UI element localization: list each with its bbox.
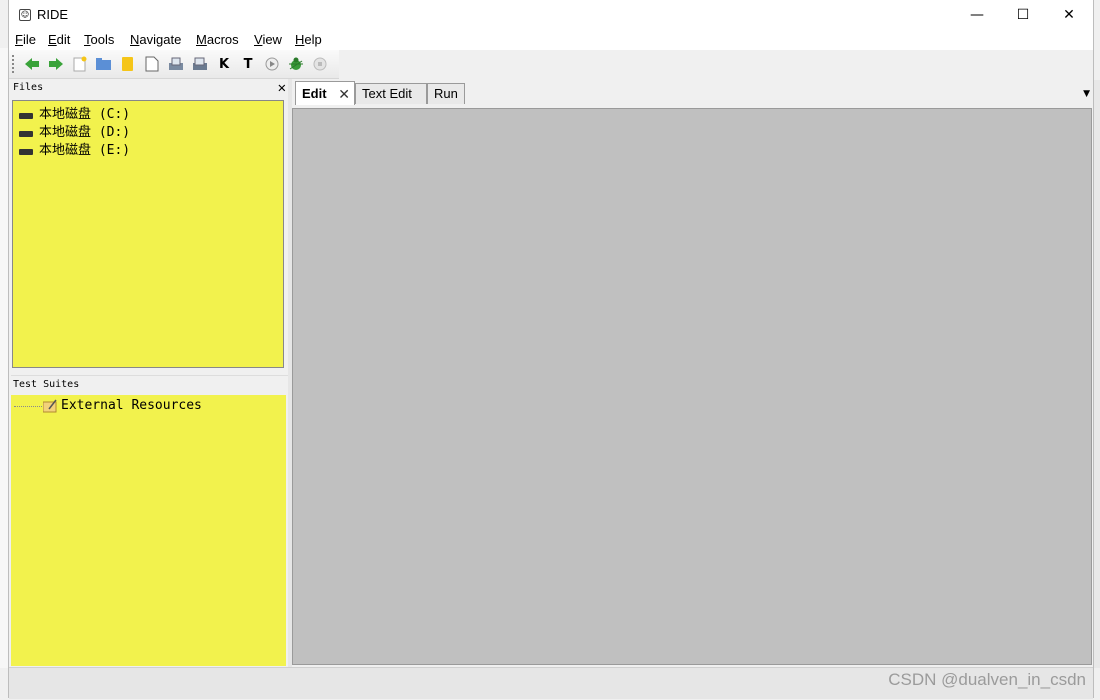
open-directory-icon[interactable]: [119, 55, 137, 73]
test-search-icon[interactable]: T: [239, 55, 257, 73]
toolbar: K T: [9, 50, 339, 79]
watermark: CSDN @dualven_in_csdn: [888, 670, 1086, 689]
menu-view[interactable]: View: [254, 32, 282, 47]
editor-area[interactable]: [292, 108, 1092, 665]
files-pane: Files ✕ 本地磁盘 (C:) 本地磁盘 (D:) 本地磁盘 (E:): [9, 79, 288, 371]
tab-edit-label: Edit: [302, 86, 327, 101]
tab-text-edit-label: Text Edit: [362, 86, 412, 101]
keyword-search-icon[interactable]: K: [215, 55, 233, 73]
drive-label: 本地磁盘 (E:): [39, 143, 131, 158]
new-file-icon[interactable]: [143, 55, 161, 73]
minimize-icon: —: [970, 7, 984, 23]
tab-text-edit[interactable]: Text Edit: [355, 83, 427, 104]
tab-close-icon[interactable]: ✕: [338, 82, 350, 106]
save-icon[interactable]: [167, 55, 185, 73]
title-bar: ☺ RIDE — ☐ ✕: [9, 0, 1093, 30]
tree-item-external-resources[interactable]: External Resources: [42, 398, 202, 413]
window-title: RIDE: [37, 7, 69, 22]
tree-connector: [14, 406, 42, 407]
back-arrow-icon[interactable]: [23, 55, 41, 73]
menu-tools[interactable]: Tools: [84, 32, 114, 47]
drive-label: 本地磁盘 (C:): [39, 107, 131, 122]
tab-bar: Edit ✕ Text Edit Run ▼: [292, 81, 1092, 105]
files-pane-header: Files ✕: [11, 79, 288, 97]
menu-navigate[interactable]: Navigate: [130, 32, 181, 47]
tree-item-label: External Resources: [61, 398, 202, 413]
test-search-label: T: [243, 56, 253, 72]
files-tree[interactable]: 本地磁盘 (C:) 本地磁盘 (D:) 本地磁盘 (E:): [12, 100, 284, 368]
close-button[interactable]: ✕: [1046, 0, 1092, 30]
open-folder-icon[interactable]: [95, 55, 113, 73]
resource-folder-icon: [42, 399, 57, 413]
drive-item-e[interactable]: 本地磁盘 (E:): [19, 139, 130, 158]
forward-arrow-icon[interactable]: [47, 55, 65, 73]
tab-run-label: Run: [434, 86, 458, 101]
drive-icon: [19, 130, 33, 137]
minimize-button[interactable]: —: [954, 0, 1000, 30]
files-pane-close-icon[interactable]: ✕: [278, 79, 286, 97]
maximize-button[interactable]: ☐: [1000, 0, 1046, 30]
background-app-left: [0, 48, 8, 668]
editor-notebook: Edit ✕ Text Edit Run ▼: [292, 81, 1092, 667]
close-icon: ✕: [1063, 7, 1075, 23]
keyword-search-label: K: [218, 56, 230, 72]
maximize-icon: ☐: [1016, 7, 1030, 23]
new-project-icon[interactable]: [71, 55, 89, 73]
menu-bar: File Edit Tools Navigate Macros View Hel…: [9, 30, 1093, 50]
files-pane-title: Files: [13, 82, 44, 93]
drive-icon: [19, 148, 33, 155]
tab-run[interactable]: Run: [427, 83, 465, 104]
test-suites-tree[interactable]: External Resources: [11, 395, 286, 666]
tab-list-dropdown-icon[interactable]: ▼: [1083, 89, 1090, 99]
tab-edit[interactable]: Edit ✕: [295, 81, 355, 105]
menu-file[interactable]: File: [15, 32, 36, 47]
ride-window: ☺ RIDE — ☐ ✕ File Edit Tools Navigate Ma…: [8, 0, 1094, 699]
test-suites-pane: Test Suites External Resources: [9, 375, 288, 667]
menu-macros[interactable]: Macros: [196, 32, 239, 47]
menu-help[interactable]: Help: [295, 32, 322, 47]
drive-icon: [19, 112, 33, 119]
save-all-icon[interactable]: [191, 55, 209, 73]
drive-item-d[interactable]: 本地磁盘 (D:): [19, 121, 130, 140]
drive-label: 本地磁盘 (D:): [39, 125, 131, 140]
run-icon[interactable]: [263, 55, 281, 73]
ride-app-icon: ☺: [19, 9, 31, 21]
drive-item-c[interactable]: 本地磁盘 (C:): [19, 103, 130, 122]
toolbar-grip[interactable]: [12, 55, 17, 73]
menu-edit[interactable]: Edit: [48, 32, 70, 47]
stop-icon[interactable]: [311, 55, 329, 73]
debug-bug-icon[interactable]: [287, 55, 305, 73]
test-suites-header: Test Suites: [11, 375, 288, 394]
